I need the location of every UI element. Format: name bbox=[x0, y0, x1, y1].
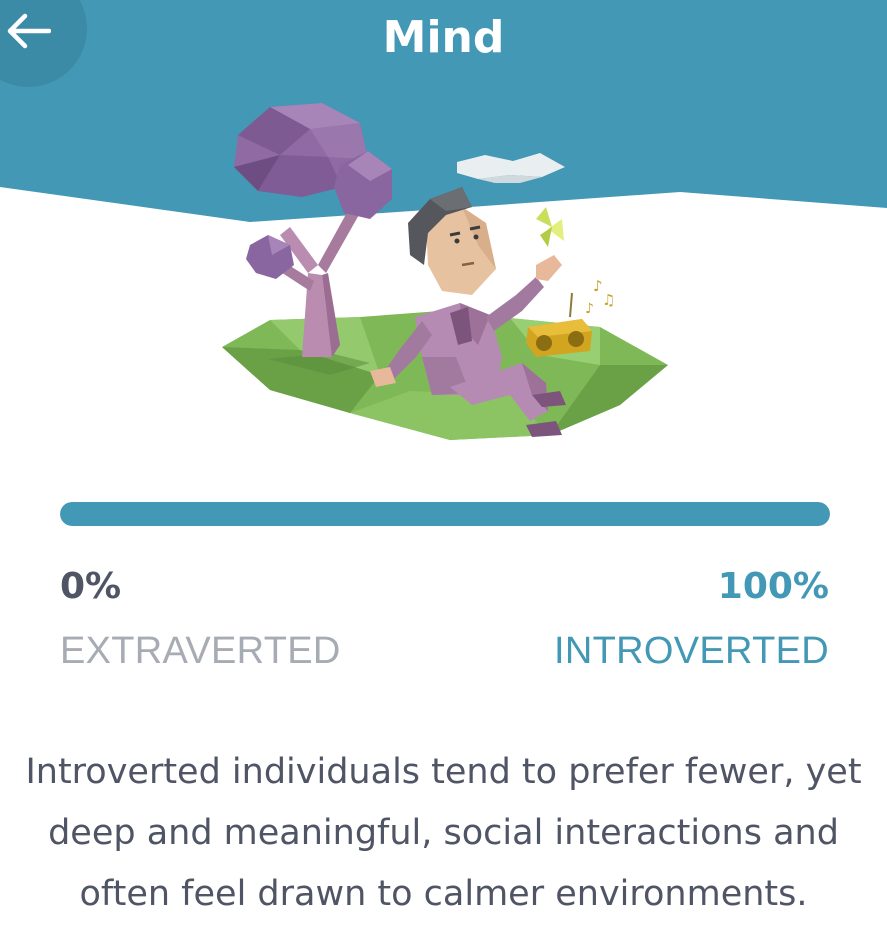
introverted-percent: 100% bbox=[717, 566, 829, 607]
man-head bbox=[408, 187, 496, 295]
cloud-shape bbox=[457, 153, 565, 183]
mind-illustration: ♪ ♫ ♪ bbox=[222, 103, 668, 440]
introverted-label: INTROVERTED bbox=[554, 630, 829, 672]
extraverted-percent: 0% bbox=[60, 566, 122, 607]
tree-canopy bbox=[234, 103, 392, 279]
music-notes: ♪ ♫ ♪ bbox=[585, 277, 615, 317]
extraverted-label: EXTRAVERTED bbox=[60, 630, 341, 672]
svg-text:♫: ♫ bbox=[602, 291, 615, 309]
trait-progress-bar bbox=[60, 502, 830, 526]
trait-progress-fill bbox=[60, 502, 830, 526]
svg-text:♪: ♪ bbox=[585, 301, 594, 317]
butterfly-shape bbox=[536, 207, 564, 247]
trait-description: Introverted individuals tend to prefer f… bbox=[25, 752, 862, 914]
page-title: Mind bbox=[382, 12, 505, 63]
